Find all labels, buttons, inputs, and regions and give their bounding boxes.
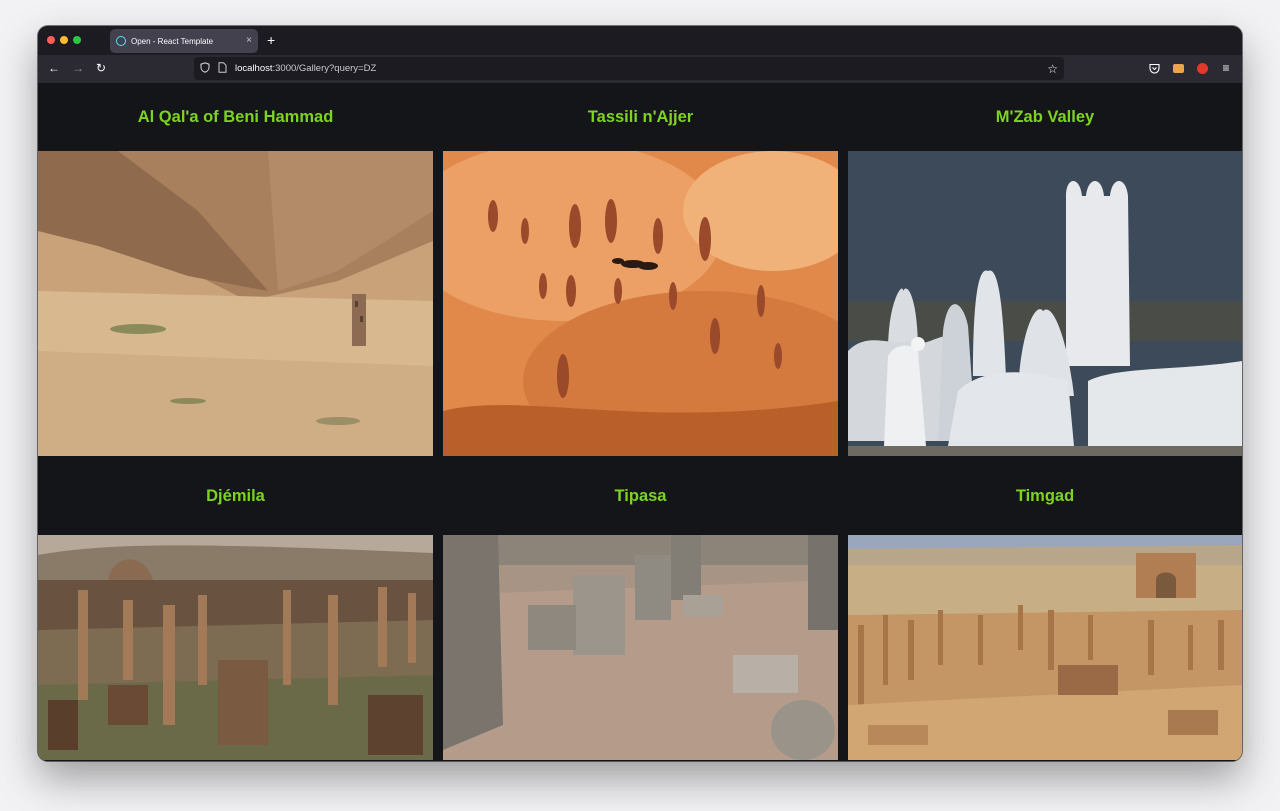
tipasa-image[interactable] [443, 535, 838, 760]
url-host: localhost [235, 63, 273, 74]
extension-shield-icon[interactable] [1196, 62, 1208, 74]
gallery-card[interactable]: Tipasa [443, 456, 838, 760]
gallery-card[interactable]: Timgad [848, 456, 1242, 760]
tab-bar: Open - React Template × + [38, 26, 1242, 55]
url-path: :3000/Gallery?query=DZ [272, 63, 377, 74]
card-title: Al Qal'a of Beni Hammad [137, 107, 334, 126]
gallery-card[interactable]: M'Zab Valley [848, 83, 1242, 456]
djemila-image[interactable] [38, 535, 433, 760]
forward-arrow-icon[interactable]: → [72, 61, 84, 75]
gallery-grid-row-2: Djémila Tipasa Timgad [38, 456, 1242, 760]
address-bar[interactable]: localhost:3000/Gallery?query=DZ ☆ [194, 57, 1064, 80]
timgad-image[interactable] [848, 535, 1242, 760]
browser-tab[interactable]: Open - React Template × [110, 29, 258, 53]
card-title: Timgad [1015, 487, 1075, 505]
card-title: Tassili n'Ajjer [587, 107, 694, 126]
back-arrow-icon[interactable]: ← [48, 61, 60, 75]
gallery-grid: Al Qal'a of Beni Hammad Tassili n'Ajjer … [38, 83, 1242, 456]
card-title: M'Zab Valley [995, 107, 1095, 126]
react-icon [116, 36, 126, 46]
shield-icon[interactable] [200, 61, 210, 76]
gallery-card[interactable]: Djémila [38, 456, 433, 760]
card-title: Tipasa [614, 487, 667, 505]
minimize-window-button[interactable] [60, 36, 68, 44]
card-title: Djémila [206, 487, 265, 505]
navigation-bar: ← → ↻ localhost:3000/Gallery?query=DZ ☆ … [38, 55, 1242, 83]
gallery-card[interactable]: Al Qal'a of Beni Hammad [38, 83, 433, 456]
url-text[interactable]: localhost:3000/Gallery?query=DZ [235, 63, 1047, 74]
beni-hammad-image[interactable] [38, 151, 433, 456]
gallery-card[interactable]: Tassili n'Ajjer [443, 83, 838, 456]
extension-icon[interactable] [1172, 62, 1184, 74]
page-content: Al Qal'a of Beni Hammad Tassili n'Ajjer … [38, 83, 1242, 761]
page-icon [218, 61, 227, 76]
maximize-window-button[interactable] [73, 36, 81, 44]
close-window-button[interactable] [47, 36, 55, 44]
pocket-icon[interactable] [1148, 62, 1160, 74]
browser-window: Open - React Template × + ← → ↻ localhos… [38, 26, 1242, 761]
mzab-valley-image[interactable] [848, 151, 1242, 456]
hamburger-menu-icon[interactable]: ≡ [1220, 61, 1232, 75]
bookmark-star-icon[interactable]: ☆ [1047, 62, 1058, 76]
tassili-image[interactable] [443, 151, 838, 456]
tab-close-icon[interactable]: × [246, 36, 252, 46]
tab-title: Open - React Template [131, 36, 214, 46]
new-tab-button[interactable]: + [267, 32, 275, 48]
reload-icon[interactable]: ↻ [96, 61, 106, 75]
